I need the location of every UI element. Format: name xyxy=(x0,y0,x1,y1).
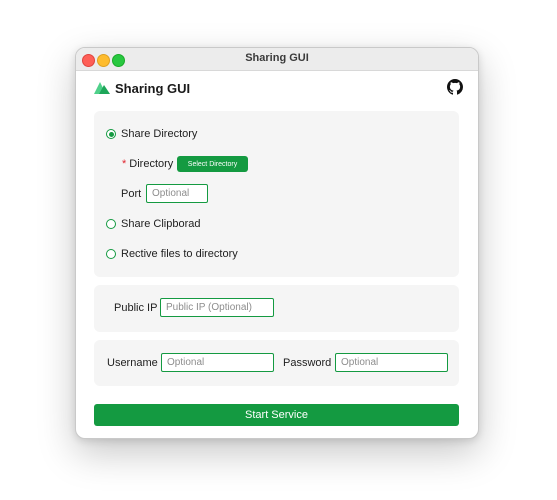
auth-panel: Username Password xyxy=(94,340,459,386)
username-label: Username xyxy=(107,357,158,369)
mountain-logo-icon xyxy=(94,82,110,94)
share-directory-label: Share Directory xyxy=(121,128,198,140)
share-directory-radio[interactable] xyxy=(106,129,116,139)
port-input[interactable] xyxy=(146,184,208,203)
app-header: Sharing GUI xyxy=(94,78,190,98)
port-label: Port xyxy=(121,188,142,200)
share-directory-option[interactable]: Share Directory xyxy=(106,128,197,140)
share-clipboard-option[interactable]: Share Clipborad xyxy=(106,218,201,230)
receive-files-option[interactable]: Rective files to directory xyxy=(106,248,238,260)
username-input[interactable] xyxy=(161,353,274,372)
app-title: Sharing GUI xyxy=(115,80,191,96)
password-label: Password xyxy=(283,357,332,369)
required-mark: * xyxy=(122,158,127,170)
public-ip-input[interactable] xyxy=(160,298,274,317)
public-ip-panel: Public IP xyxy=(94,285,459,332)
password-input[interactable] xyxy=(335,353,448,372)
github-icon[interactable] xyxy=(447,79,463,95)
share-options-panel: Share Directory * Directory Select Direct… xyxy=(94,111,459,277)
share-clipboard-label: Share Clipborad xyxy=(121,218,201,230)
directory-field-label: * Directory xyxy=(122,158,173,170)
app-window: Sharing GUI Sharing GUI Share Directory … xyxy=(75,47,479,439)
directory-label: Directory xyxy=(129,158,174,170)
start-service-button[interactable]: Start Service xyxy=(94,404,459,426)
receive-files-label: Rective files to directory xyxy=(121,248,238,260)
share-clipboard-radio[interactable] xyxy=(106,219,116,229)
receive-files-radio[interactable] xyxy=(106,249,116,259)
window-title: Sharing GUI xyxy=(245,52,309,64)
title-bar: Sharing GUI xyxy=(76,48,478,71)
public-ip-label: Public IP xyxy=(114,302,158,314)
select-directory-button[interactable]: Select Directory xyxy=(177,156,248,172)
